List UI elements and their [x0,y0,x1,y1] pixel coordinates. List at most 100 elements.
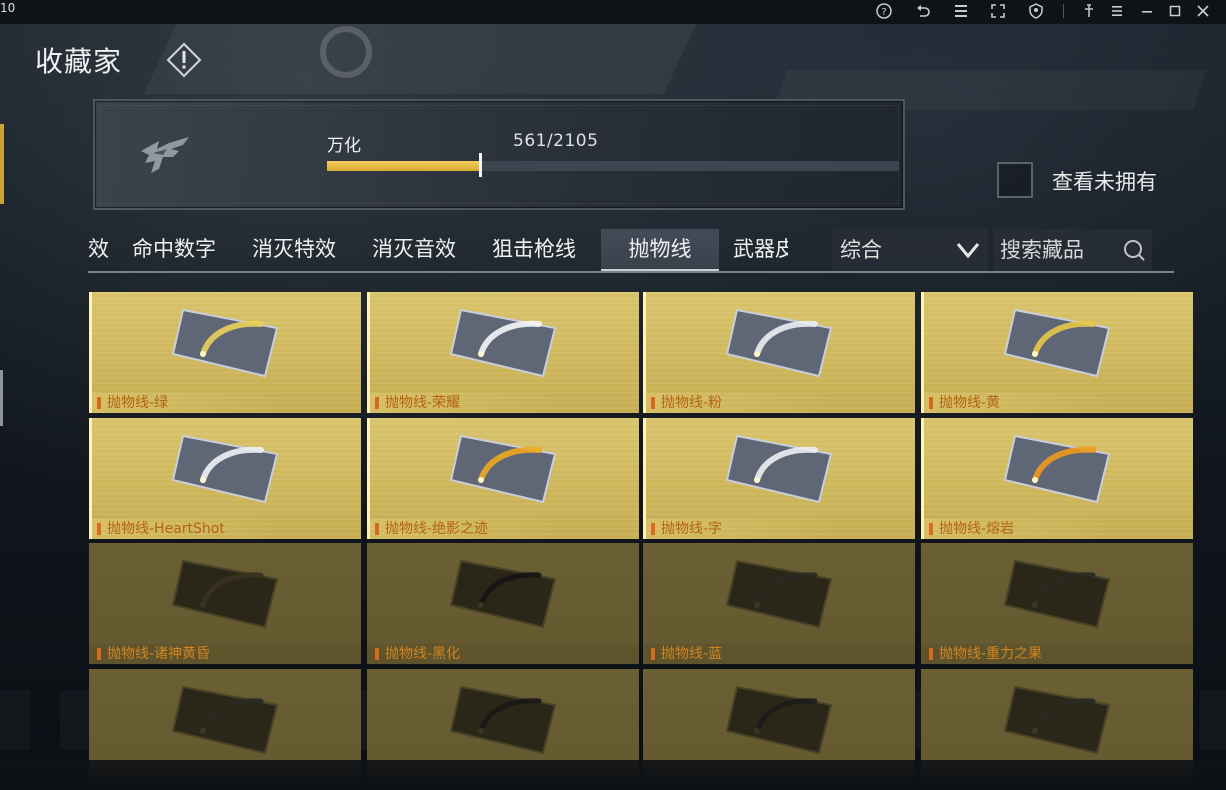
collector-screen: 10 ? 收藏家 万化 561/2105 查看未拥有 效 命中数字 消灭特效 消… [0,0,1226,790]
category-tabs: 效 命中数字 消灭特效 消灭音效 狙击枪线 抛物线 武器皮 [88,229,788,271]
background-beam [143,24,697,94]
collection-item-card[interactable]: 抛物线-HeartShot [89,418,361,539]
undo-icon[interactable] [914,2,932,20]
card-name: 抛物线-重力之果 [939,646,1043,662]
trail-card-thumbnail [171,685,279,755]
search-input[interactable] [1000,229,1120,271]
exclamation-diamond-icon [166,42,202,78]
title-bar-divider [1063,4,1064,18]
search-icon[interactable] [1122,238,1146,262]
card-label-bar: 抛物线-蓝 [643,644,915,664]
card-name: 抛物线-蓝 [661,646,723,662]
tab-parabola[interactable]: 抛物线 [601,229,719,271]
tab-kill-effects[interactable]: 消灭特效 [252,229,336,271]
system-title-bar: 10 ? [0,0,1226,24]
info-button[interactable] [166,42,202,78]
card-label-bar: 抛物线-诸神黄昏 [89,644,361,664]
trail-card-thumbnail [449,308,557,378]
trail-card-thumbnail [171,308,279,378]
svg-text:?: ? [881,7,886,18]
collection-item-card[interactable]: 抛物线-绝影之迹 [367,418,639,539]
tab-sniper-lines[interactable]: 狙击枪线 [492,229,576,271]
trail-card-thumbnail [449,434,557,504]
window-corner-text: 10 [0,1,16,15]
card-rarity-mark [929,648,933,660]
panel-inner-border [99,105,899,204]
card-label-bar: 抛物线-粉 [643,393,915,413]
collection-item-card[interactable]: 抛物线-字 [643,418,915,539]
collection-item-card[interactable]: 抛物线-荣耀 [367,292,639,413]
help-icon[interactable]: ? [875,2,893,20]
maximize-icon[interactable] [1166,2,1184,20]
trail-card-thumbnail [1003,308,1111,378]
collection-grid: 抛物线-绿 抛物线-荣耀 抛物线-粉 抛物线-黄抛物线-HeartShot 抛物线-绝影… [89,292,1193,790]
collection-item-card[interactable]: 抛物线-黑化 [367,543,639,664]
collection-item-card[interactable]: 抛物线-熔岩 [921,418,1193,539]
list-icon[interactable] [952,2,970,20]
trail-card-thumbnail [1003,434,1111,504]
fullscreen-icon[interactable] [989,2,1007,20]
left-edge-accent [0,370,3,426]
tab-weapon-skins[interactable]: 武器皮 [733,229,788,271]
card-rarity-mark [651,397,655,409]
trail-card-thumbnail [1003,685,1111,755]
trail-card-thumbnail [1003,559,1111,629]
progress-bar-fill [327,161,481,171]
shield-icon[interactable] [1027,2,1045,20]
tab-kill-sounds[interactable]: 消灭音效 [372,229,456,271]
tab-hit-numbers[interactable]: 命中数字 [132,229,216,271]
card-rarity-mark [375,648,379,660]
card-name: 抛物线-黄 [939,395,1001,411]
trail-card-thumbnail [449,685,557,755]
progress-bar-marker [479,153,482,177]
card-rarity-mark [375,523,379,535]
collection-item-card[interactable]: 抛物线-绿 [89,292,361,413]
card-label-bar: 抛物线-HeartShot [89,519,361,539]
tab-effect-partial[interactable]: 效 [88,229,109,271]
card-label-bar: 抛物线-绿 [89,393,361,413]
collection-item-card[interactable]: 抛物线-黄 [921,292,1193,413]
rank-label: 万化 [327,136,361,156]
bottom-fade [0,760,1226,790]
pin-icon[interactable] [1080,2,1098,20]
collection-item-card[interactable]: 抛物线-粉 [643,292,915,413]
trail-card-thumbnail [171,559,279,629]
card-name: 抛物线-字 [661,521,723,537]
left-edge-accent [0,124,4,204]
show-unowned-label[interactable]: 查看未拥有 [1052,166,1157,196]
trail-card-thumbnail [171,434,279,504]
card-rarity-mark [97,397,101,409]
page-title: 收藏家 [35,45,123,78]
show-unowned-checkbox[interactable] [997,162,1033,198]
collection-item-card[interactable]: 抛物线-蓝 [643,543,915,664]
card-name: 抛物线-绝影之迹 [385,521,489,537]
card-rarity-mark [651,648,655,660]
card-name: 抛物线-绿 [107,395,169,411]
menu-icon[interactable] [1108,2,1126,20]
sort-dropdown[interactable]: 综合 [832,229,988,271]
trail-card-thumbnail [725,308,833,378]
collection-item-card[interactable]: 抛物线-诸神黄昏 [89,543,361,664]
card-name: 抛物线-黑化 [385,646,461,662]
trail-card-thumbnail [725,685,833,755]
card-name: 抛物线-熔岩 [939,521,1015,537]
card-rarity-mark [651,523,655,535]
sort-selected-value: 综合 [840,238,882,262]
close-icon[interactable] [1194,2,1212,20]
chevron-down-icon [956,243,980,259]
minimize-icon[interactable] [1138,2,1156,20]
card-rarity-mark [929,523,933,535]
collection-item-card[interactable]: 抛物线-重力之果 [921,543,1193,664]
tabs-underline [88,271,1174,273]
trail-card-thumbnail [725,559,833,629]
background-ring [320,26,372,78]
trail-card-thumbnail [449,559,557,629]
card-label-bar: 抛物线-重力之果 [921,644,1193,664]
collection-progress-panel: 万化 561/2105 [93,99,905,210]
card-label-bar: 抛物线-黑化 [367,644,639,664]
trail-card-thumbnail [725,434,833,504]
card-label-bar: 抛物线-黄 [921,393,1193,413]
card-label-bar: 抛物线-绝影之迹 [367,519,639,539]
card-name: 抛物线-诸神黄昏 [107,646,211,662]
progress-bar [327,153,899,177]
